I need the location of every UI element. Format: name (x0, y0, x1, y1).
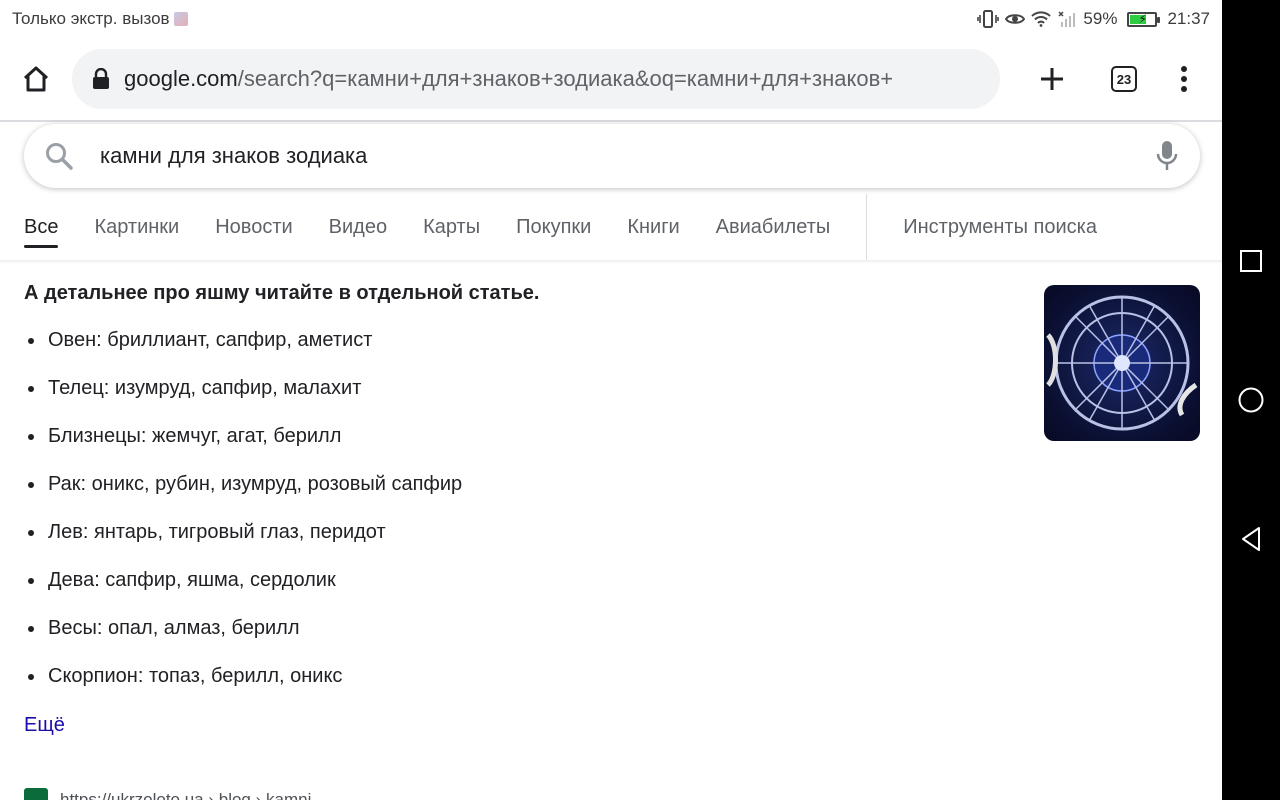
status-left: Только экстр. вызов (12, 9, 188, 29)
circle-icon (1238, 387, 1264, 413)
featured-snippet: А детальнее про яшму читайте в отдельной… (24, 280, 1200, 737)
vibrate-icon (977, 10, 1000, 28)
tab-all[interactable]: Все (24, 194, 59, 260)
status-right: 59% ⚡ 21:37 (977, 9, 1210, 29)
tab-books[interactable]: Книги (627, 194, 679, 260)
tab-flights[interactable]: Авиабилеты (716, 194, 831, 260)
charging-bolt-icon: ⚡ (1138, 11, 1147, 26)
tabs-shadow (0, 260, 1222, 264)
system-nav-bar (1222, 0, 1280, 800)
toolbar-divider (0, 120, 1222, 122)
snippet-thumbnail-image[interactable] (1044, 285, 1200, 441)
tab-news[interactable]: Новости (215, 194, 292, 260)
tab-shopping[interactable]: Покупки (516, 194, 591, 260)
wifi-icon (1031, 11, 1052, 27)
tabs-count: 23 (1111, 66, 1137, 92)
zodiac-wheel-icon (1045, 295, 1198, 431)
screen: Только экстр. вызов 59% ⚡ 21:37 google.c… (0, 0, 1280, 800)
sim-icon (173, 12, 188, 26)
url-text: google.com/search?q=камни+для+знаков+зод… (124, 66, 893, 92)
search-input[interactable]: камни для знаков зодиака (100, 143, 1156, 169)
browser-actions: 23 (1016, 49, 1208, 109)
tabs-divider (866, 194, 868, 260)
menu-button[interactable] (1160, 49, 1208, 109)
back-triangle-icon (1242, 527, 1260, 551)
battery-percent: 59% (1083, 9, 1118, 28)
snippet-heading: А детальнее про яшму читайте в отдельной… (24, 282, 540, 304)
address-bar[interactable]: google.com/search?q=камни+для+знаков+зод… (72, 49, 1000, 109)
more-link[interactable]: Ещё (24, 714, 65, 737)
status-bar: Только экстр. вызов 59% ⚡ 21:37 (0, 0, 1222, 38)
tab-maps[interactable]: Карты (423, 194, 480, 260)
list-item: Дева: сапфир, яшма, сердолик (24, 568, 1200, 616)
tab-images[interactable]: Картинки (94, 194, 179, 260)
battery-icon: ⚡ (1127, 11, 1161, 27)
next-result[interactable]: https://ukrzoloto.ua › blog › kamni (24, 788, 311, 800)
eye-icon (1005, 11, 1026, 27)
signal-icon (1057, 10, 1077, 28)
square-icon (1240, 250, 1262, 272)
search-box[interactable]: камни для знаков зодиака (24, 124, 1200, 188)
list-item: Рак: оникс, рубин, изумруд, розовый сапф… (24, 472, 1200, 520)
result-url: https://ukrzoloto.ua › blog › kamni (60, 790, 312, 800)
list-item: Скорпион: топаз, берилл, оникс (24, 664, 1200, 712)
home-nav-button[interactable] (1222, 370, 1280, 430)
zodiac-stone-list: Овен: бриллиант, сапфир, аметист Телец: … (24, 328, 1200, 712)
recents-button[interactable] (1222, 231, 1280, 291)
tab-videos[interactable]: Видео (329, 194, 387, 260)
home-icon (23, 66, 49, 92)
list-item: Лев: янтарь, тигровый глаз, перидот (24, 520, 1200, 568)
list-item: Весы: опал, алмаз, берилл (24, 616, 1200, 664)
list-item: Телец: изумруд, сапфир, малахит (24, 376, 1200, 424)
list-item: Овен: бриллиант, сапфир, аметист (24, 328, 1200, 376)
home-button[interactable] (0, 49, 72, 109)
url-domain: google.com (124, 66, 238, 91)
plus-icon (1041, 68, 1063, 90)
search-tools-button[interactable]: Инструменты поиска (903, 194, 1097, 260)
tab-switcher-button[interactable]: 23 (1088, 49, 1160, 109)
search-icon (46, 143, 73, 170)
back-button[interactable] (1222, 509, 1280, 569)
more-vert-icon (1181, 66, 1187, 92)
microphone-icon[interactable] (1156, 140, 1178, 172)
carrier-text: Только экстр. вызов (12, 9, 170, 28)
search-tabs: Все Картинки Новости Видео Карты Покупки… (0, 194, 1222, 260)
new-tab-button[interactable] (1016, 49, 1088, 109)
clock: 21:37 (1167, 9, 1210, 28)
list-item: Близнецы: жемчуг, агат, берилл (24, 424, 1200, 472)
site-favicon (24, 788, 48, 800)
browser-toolbar: google.com/search?q=камни+для+знаков+зод… (0, 38, 1222, 120)
lock-icon (93, 68, 109, 89)
url-path: /search?q=камни+для+знаков+зодиака&oq=ка… (237, 66, 894, 91)
